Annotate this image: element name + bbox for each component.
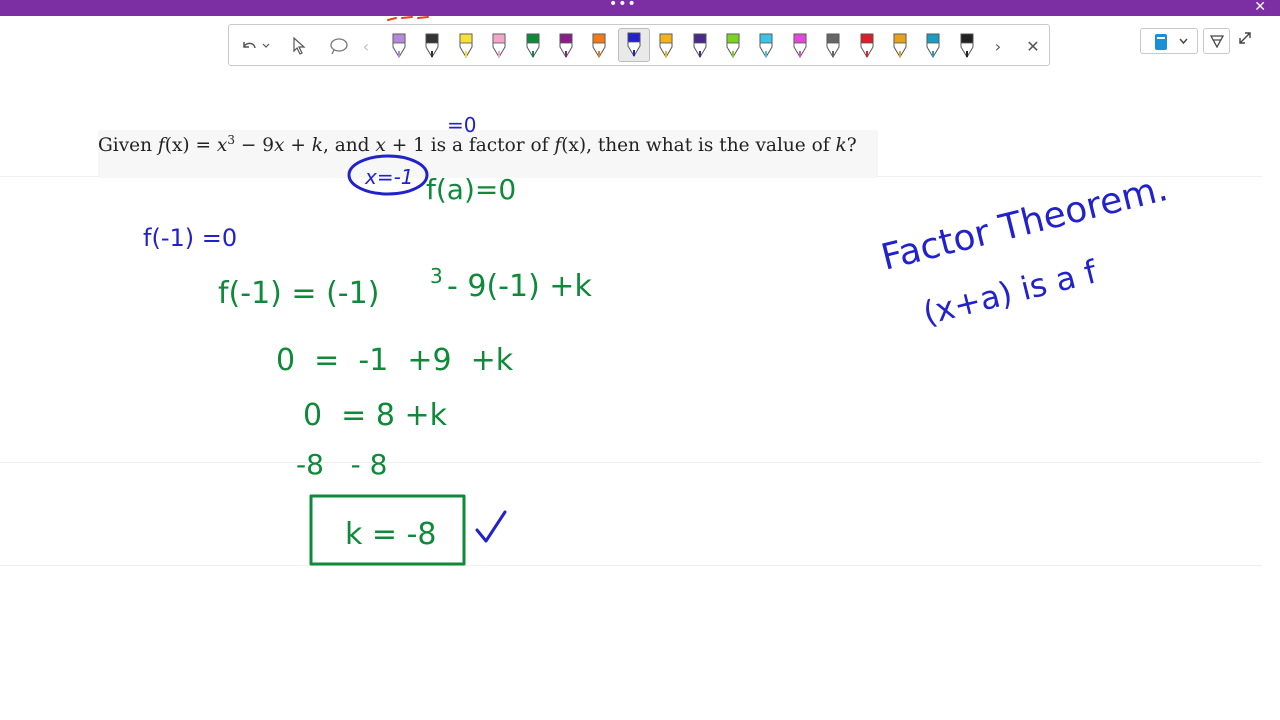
ink-line1-exponent: 3: [430, 264, 443, 288]
orange-ink-scribble: [387, 16, 429, 21]
ink-answer: k = -8: [345, 517, 437, 552]
ink-layer: =0 x=-1 f(a)=0 f(-1) =0 f(-1) = (-1) 3 -…: [143, 16, 1172, 566]
ink-theorem-body: (x+a) is a f: [919, 252, 1101, 332]
ink-f-neg1: f(-1) =0: [143, 224, 237, 252]
ink-line1-rest: - 9(-1) +k: [447, 269, 592, 304]
ink-check-mark: [475, 510, 507, 543]
ink-f-of-a: f(a)=0: [426, 173, 516, 206]
ink-line2: 0 = -1 +9 +k: [276, 343, 514, 378]
ink-line1: f(-1) = (-1): [218, 276, 379, 311]
ink-line4: -8 - 8: [296, 448, 387, 481]
ink-theorem-title: Factor Theorem.: [877, 168, 1172, 279]
ink-x-eq: x=-1: [364, 165, 414, 189]
ink-eq-zero: =0: [447, 113, 476, 137]
ink-line3: 0 = 8 +k: [303, 398, 448, 433]
